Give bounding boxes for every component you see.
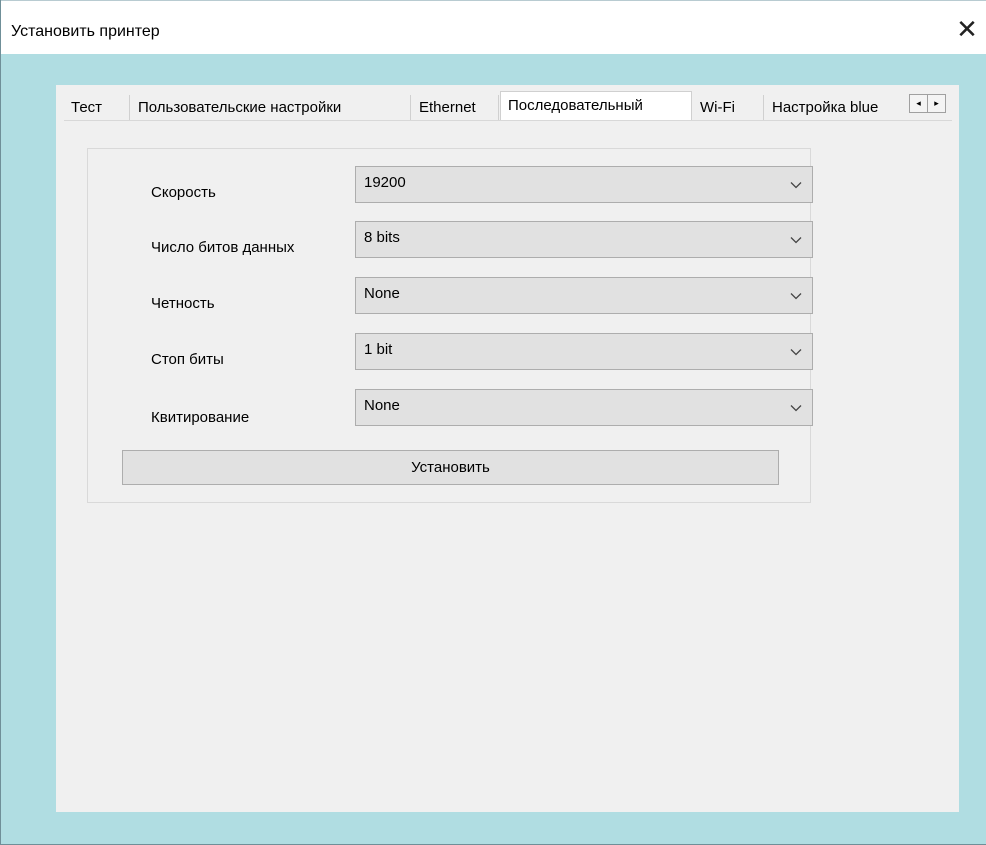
- baud-rate-label: Скорость: [151, 184, 216, 201]
- stop-bits-select[interactable]: 1 bit: [355, 333, 813, 370]
- chevron-down-icon: [790, 237, 802, 244]
- tab-bluetooth-settings[interactable]: Настройка blue: [765, 95, 906, 121]
- arrow-right-icon: ▸: [934, 98, 939, 108]
- printer-setup-window: Установить принтер ✕ Тест Пользовательск…: [0, 0, 986, 845]
- stop-bits-label: Стоп биты: [151, 351, 224, 368]
- handshake-label: Квитирование: [151, 409, 250, 426]
- parity-label: Четность: [151, 295, 215, 312]
- tab-scroll-left-button[interactable]: ◂: [909, 94, 928, 113]
- title-bar: Установить принтер ✕: [1, 0, 986, 54]
- tab-scroll-right-button[interactable]: ▸: [927, 94, 946, 113]
- chevron-down-icon: [790, 405, 802, 412]
- parity-select[interactable]: None: [355, 277, 813, 314]
- chevron-down-icon: [790, 182, 802, 189]
- baud-rate-select[interactable]: 19200: [355, 166, 813, 203]
- tab-bar: Тест Пользовательские настройки Ethernet…: [64, 91, 952, 121]
- window-title: Установить принтер: [11, 23, 160, 40]
- tab-baseline: [64, 120, 952, 121]
- chevron-down-icon: [790, 349, 802, 356]
- tab-scroll-buttons: ◂ ▸: [909, 94, 946, 113]
- handshake-select[interactable]: None: [355, 389, 813, 426]
- arrow-left-icon: ◂: [916, 98, 921, 108]
- install-button[interactable]: Установить: [122, 450, 779, 485]
- parity-value: None: [364, 285, 400, 302]
- chevron-down-icon: [790, 293, 802, 300]
- tab-serial[interactable]: Последовательный: [500, 91, 692, 121]
- tab-test[interactable]: Тест: [64, 95, 130, 121]
- tab-user-settings[interactable]: Пользовательские настройки: [131, 95, 411, 121]
- data-bits-value: 8 bits: [364, 229, 400, 246]
- baud-rate-value: 19200: [364, 174, 406, 191]
- dialog-panel: Тест Пользовательские настройки Ethernet…: [56, 85, 959, 812]
- handshake-value: None: [364, 397, 400, 414]
- tabs-strip: Тест Пользовательские настройки Ethernet…: [64, 91, 906, 121]
- tab-wifi[interactable]: Wi-Fi: [693, 95, 764, 121]
- stop-bits-value: 1 bit: [364, 341, 393, 358]
- close-button[interactable]: ✕: [947, 9, 986, 49]
- close-icon: ✕: [956, 13, 978, 44]
- tab-ethernet[interactable]: Ethernet: [412, 95, 499, 121]
- data-bits-select[interactable]: 8 bits: [355, 221, 813, 258]
- data-bits-label: Число битов данных: [151, 239, 295, 256]
